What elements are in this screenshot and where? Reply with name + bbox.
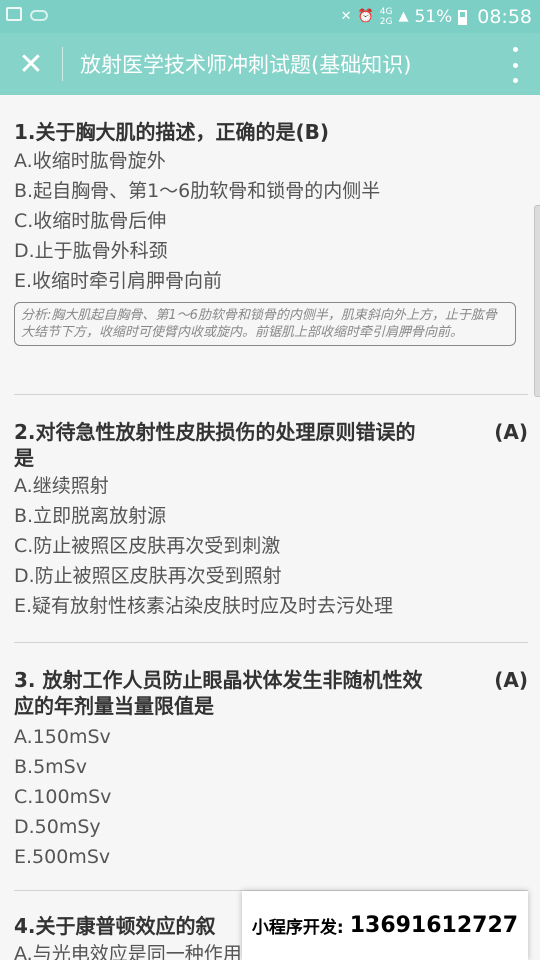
app-bar: ✕ 放射医学技术师冲刺试题(基础知识) <box>0 33 540 95</box>
question-1: 1.关于胸大肌的描述，正确的是(B) A.收缩时肱骨旋外 B.起自胸骨、第1～6… <box>14 119 528 346</box>
option-e[interactable]: E.疑有放射性核素沾染皮肤时应及时去污处理 <box>14 591 528 621</box>
divider <box>14 394 528 395</box>
option-e[interactable]: E.收缩时牵引肩胛骨向前 <box>14 266 528 296</box>
option-c[interactable]: C.收缩时肱骨后伸 <box>14 206 528 236</box>
cloud-icon <box>30 10 48 21</box>
appbar-divider <box>62 47 63 81</box>
option-b[interactable]: B.5mSv <box>14 752 528 782</box>
option-a[interactable]: A.150mSv <box>14 722 528 752</box>
status-bar: ✕ ⏰ 4G 2G ▲ 51% 08:58 <box>0 0 540 33</box>
more-dot-icon <box>512 78 518 83</box>
question-title: 1.关于胸大肌的描述，正确的是(B) <box>14 120 330 144</box>
more-dot-icon <box>512 62 518 68</box>
gallery-icon <box>6 7 22 21</box>
more-menu-button[interactable] <box>508 47 522 83</box>
battery-icon <box>458 9 468 25</box>
divider <box>14 642 528 643</box>
battery-percent: 51% <box>414 7 453 27</box>
promo-label: 小程序开发: <box>251 918 344 938</box>
alarm-icon: ⏰ <box>357 9 374 24</box>
page-title: 放射医学技术师冲刺试题(基础知识) <box>80 53 412 77</box>
option-a[interactable]: A.继续照射 <box>14 471 528 501</box>
question-answer: (A) <box>494 420 528 444</box>
analysis-box: 分析:胸大肌起自胸骨、第1～6肋软骨和锁骨的内侧半，肌束斜向外上方，止于肱骨大结… <box>14 302 516 346</box>
question-title: 2.对待急性放射性皮肤损伤的处理原则错误的 (A) 是 <box>14 419 528 471</box>
option-c[interactable]: C.防止被照区皮肤再次受到刺激 <box>14 531 528 561</box>
question-title-line: 是 <box>14 446 34 470</box>
close-icon: ✕ <box>18 47 44 82</box>
option-b[interactable]: B.起自胸骨、第1～6肋软骨和锁骨的内侧半 <box>14 176 528 206</box>
question-title: 3. 放射工作人员防止眼晶状体发生非随机性效 (A) 应的年剂量当量限值是 <box>14 667 528 719</box>
signal-icon: ▲ <box>398 9 409 24</box>
question-answer: (A) <box>494 668 528 692</box>
close-button[interactable]: ✕ <box>14 48 48 82</box>
option-b[interactable]: B.立即脱离放射源 <box>14 501 528 531</box>
promo-phone: 13691612727 <box>349 913 519 938</box>
more-dot-icon <box>512 47 518 52</box>
option-d[interactable]: D.止于肱骨外科颈 <box>14 236 528 266</box>
question-title-line: 应的年剂量当量限值是 <box>14 694 214 718</box>
mute-icon: ✕ <box>340 9 352 24</box>
question-title-line: 2.对待急性放射性皮肤损伤的处理原则错误的 <box>14 420 416 444</box>
question-title-line: 3. 放射工作人员防止眼晶状体发生非随机性效 <box>14 668 423 692</box>
question-3: 3. 放射工作人员防止眼晶状体发生非随机性效 (A) 应的年剂量当量限值是 A.… <box>14 667 528 872</box>
question-list[interactable]: 1.关于胸大肌的描述，正确的是(B) A.收缩时肱骨旋外 B.起自胸骨、第1～6… <box>0 95 540 960</box>
promo-banner[interactable]: 小程序开发: 13691612727 <box>242 891 528 960</box>
option-a[interactable]: A.收缩时肱骨旋外 <box>14 146 528 176</box>
option-e[interactable]: E.500mSv <box>14 842 528 872</box>
question-2: 2.对待急性放射性皮肤损伤的处理原则错误的 (A) 是 A.继续照射 B.立即脱… <box>14 419 528 621</box>
option-c[interactable]: C.100mSv <box>14 782 528 812</box>
option-d[interactable]: D.防止被照区皮肤再次受到照射 <box>14 561 528 591</box>
option-d[interactable]: D.50mSy <box>14 812 528 842</box>
scroll-handle[interactable] <box>534 205 540 397</box>
network-indicator: 4G 2G <box>379 7 393 27</box>
clock: 08:58 <box>477 6 532 28</box>
